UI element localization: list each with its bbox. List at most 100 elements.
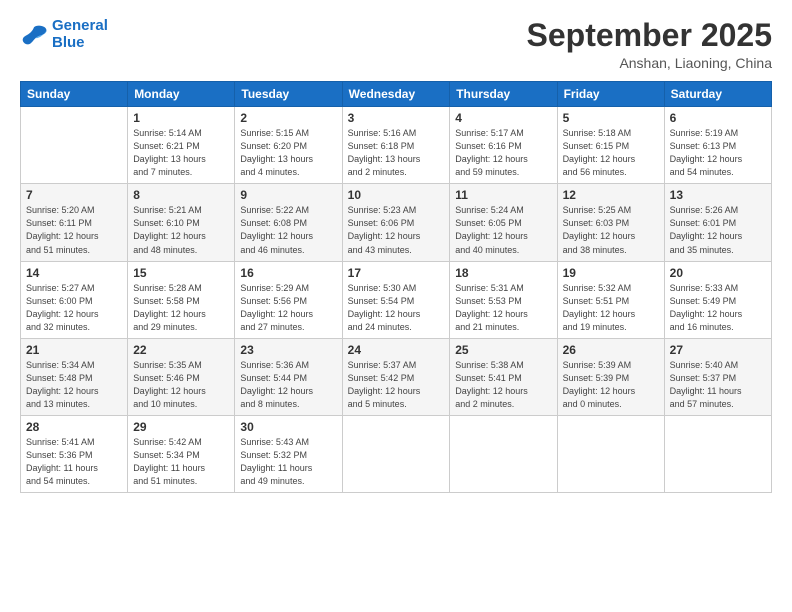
calendar-cell: 2 Sunrise: 5:15 AM Sunset: 6:20 PM Daylig…: [235, 107, 342, 184]
week-row-4: 21 Sunrise: 5:34 AM Sunset: 5:48 PM Dayli…: [21, 338, 772, 415]
day-number: 17: [348, 266, 445, 280]
header-cell-thursday: Thursday: [450, 82, 557, 107]
calendar-cell: 18Sunrise: 5:31 AM Sunset: 5:53 PM Dayli…: [450, 261, 557, 338]
day-info: Sunrise: 5:43 AM Sunset: 5:32 PM Dayligh…: [240, 436, 336, 488]
calendar-cell: 8 Sunrise: 5:21 AM Sunset: 6:10 PM Daylig…: [128, 184, 235, 261]
calendar-cell: 22 Sunrise: 5:35 AM Sunset: 5:46 PM Dayli…: [128, 338, 235, 415]
page: General Blue September 2025 Anshan, Liao…: [0, 0, 792, 612]
week-row-2: 7 Sunrise: 5:20 AM Sunset: 6:11 PM Daylig…: [21, 184, 772, 261]
calendar-cell: 9Sunrise: 5:22 AM Sunset: 6:08 PM Daylig…: [235, 184, 342, 261]
calendar-cell: 14 Sunrise: 5:27 AM Sunset: 6:00 PM Dayli…: [21, 261, 128, 338]
day-number: 27: [670, 343, 766, 357]
day-number: 21: [26, 343, 122, 357]
day-info: Sunrise: 5:16 AM Sunset: 6:18 PM Dayligh…: [348, 127, 445, 179]
calendar-cell: 25 Sunrise: 5:38 AM Sunset: 5:41 PM Dayli…: [450, 338, 557, 415]
calendar-cell: 29 Sunrise: 5:42 AM Sunset: 5:34 PM Dayli…: [128, 415, 235, 492]
calendar-cell: 26 Sunrise: 5:39 AM Sunset: 5:39 PM Dayli…: [557, 338, 664, 415]
day-info: Sunrise: 5:23 AM Sunset: 6:06 PM Dayligh…: [348, 204, 445, 256]
day-number: 12: [563, 188, 659, 202]
header-cell-sunday: Sunday: [21, 82, 128, 107]
day-info: Sunrise: 5:38 AM Sunset: 5:41 PM Dayligh…: [455, 359, 551, 411]
day-number: 6: [670, 111, 766, 125]
day-number: 24: [348, 343, 445, 357]
day-number: 7: [26, 188, 122, 202]
day-number: 29: [133, 420, 229, 434]
week-row-3: 14 Sunrise: 5:27 AM Sunset: 6:00 PM Dayli…: [21, 261, 772, 338]
day-info: Sunrise: 5:18 AM Sunset: 6:15 PM Dayligh…: [563, 127, 659, 179]
calendar-cell: [557, 415, 664, 492]
calendar-cell: [342, 415, 450, 492]
calendar-cell: 16Sunrise: 5:29 AM Sunset: 5:56 PM Dayli…: [235, 261, 342, 338]
day-info: Sunrise: 5:15 AM Sunset: 6:20 PM Dayligh…: [240, 127, 336, 179]
day-info: Sunrise: 5:40 AM Sunset: 5:37 PM Dayligh…: [670, 359, 766, 411]
calendar-cell: 10 Sunrise: 5:23 AM Sunset: 6:06 PM Dayli…: [342, 184, 450, 261]
day-number: 26: [563, 343, 659, 357]
calendar-cell: 11 Sunrise: 5:24 AM Sunset: 6:05 PM Dayli…: [450, 184, 557, 261]
calendar-cell: 30 Sunrise: 5:43 AM Sunset: 5:32 PM Dayli…: [235, 415, 342, 492]
day-number: 30: [240, 420, 336, 434]
header-cell-saturday: Saturday: [664, 82, 771, 107]
calendar-cell: [664, 415, 771, 492]
day-number: 2: [240, 111, 336, 125]
day-number: 16: [240, 266, 336, 280]
day-number: 18: [455, 266, 551, 280]
day-number: 8: [133, 188, 229, 202]
day-number: 15: [133, 266, 229, 280]
day-number: 14: [26, 266, 122, 280]
calendar-cell: 13 Sunrise: 5:26 AM Sunset: 6:01 PM Dayli…: [664, 184, 771, 261]
day-info: Sunrise: 5:21 AM Sunset: 6:10 PM Dayligh…: [133, 204, 229, 256]
day-number: 23: [240, 343, 336, 357]
day-number: 4: [455, 111, 551, 125]
header: General Blue September 2025 Anshan, Liao…: [20, 18, 772, 71]
day-number: 3: [348, 111, 445, 125]
calendar-title: September 2025: [527, 18, 772, 53]
day-info: Sunrise: 5:30 AM Sunset: 5:54 PM Dayligh…: [348, 282, 445, 334]
week-row-5: 28Sunrise: 5:41 AM Sunset: 5:36 PM Dayli…: [21, 415, 772, 492]
day-info: Sunrise: 5:24 AM Sunset: 6:05 PM Dayligh…: [455, 204, 551, 256]
week-row-1: 1 Sunrise: 5:14 AM Sunset: 6:21 PM Daylig…: [21, 107, 772, 184]
logo: General Blue: [20, 18, 108, 51]
calendar-cell: [450, 415, 557, 492]
day-number: 19: [563, 266, 659, 280]
header-cell-tuesday: Tuesday: [235, 82, 342, 107]
calendar-cell: 5Sunrise: 5:18 AM Sunset: 6:15 PM Daylig…: [557, 107, 664, 184]
day-info: Sunrise: 5:35 AM Sunset: 5:46 PM Dayligh…: [133, 359, 229, 411]
day-number: 10: [348, 188, 445, 202]
calendar-cell: 15 Sunrise: 5:28 AM Sunset: 5:58 PM Dayli…: [128, 261, 235, 338]
day-number: 11: [455, 188, 551, 202]
calendar-table: SundayMondayTuesdayWednesdayThursdayFrid…: [20, 81, 772, 493]
day-number: 22: [133, 343, 229, 357]
day-info: Sunrise: 5:25 AM Sunset: 6:03 PM Dayligh…: [563, 204, 659, 256]
day-number: 13: [670, 188, 766, 202]
calendar-cell: 28Sunrise: 5:41 AM Sunset: 5:36 PM Dayli…: [21, 415, 128, 492]
calendar-subtitle: Anshan, Liaoning, China: [527, 55, 772, 71]
calendar-cell: 12 Sunrise: 5:25 AM Sunset: 6:03 PM Dayli…: [557, 184, 664, 261]
logo-line1: General: [52, 17, 108, 34]
calendar-cell: 7 Sunrise: 5:20 AM Sunset: 6:11 PM Daylig…: [21, 184, 128, 261]
day-number: 9: [240, 188, 336, 202]
calendar-cell: 27 Sunrise: 5:40 AM Sunset: 5:37 PM Dayli…: [664, 338, 771, 415]
day-number: 28: [26, 420, 122, 434]
calendar-cell: 3 Sunrise: 5:16 AM Sunset: 6:18 PM Daylig…: [342, 107, 450, 184]
header-cell-friday: Friday: [557, 82, 664, 107]
day-info: Sunrise: 5:27 AM Sunset: 6:00 PM Dayligh…: [26, 282, 122, 334]
day-info: Sunrise: 5:32 AM Sunset: 5:51 PM Dayligh…: [563, 282, 659, 334]
day-info: Sunrise: 5:34 AM Sunset: 5:48 PM Dayligh…: [26, 359, 122, 411]
logo-text: General Blue: [52, 18, 108, 51]
day-info: Sunrise: 5:36 AM Sunset: 5:44 PM Dayligh…: [240, 359, 336, 411]
calendar-cell: 20Sunrise: 5:33 AM Sunset: 5:49 PM Dayli…: [664, 261, 771, 338]
day-info: Sunrise: 5:14 AM Sunset: 6:21 PM Dayligh…: [133, 127, 229, 179]
day-info: Sunrise: 5:17 AM Sunset: 6:16 PM Dayligh…: [455, 127, 551, 179]
day-info: Sunrise: 5:33 AM Sunset: 5:49 PM Dayligh…: [670, 282, 766, 334]
day-info: Sunrise: 5:39 AM Sunset: 5:39 PM Dayligh…: [563, 359, 659, 411]
calendar-cell: 4 Sunrise: 5:17 AM Sunset: 6:16 PM Daylig…: [450, 107, 557, 184]
logo-line2: Blue: [52, 34, 85, 51]
day-number: 1: [133, 111, 229, 125]
day-number: 25: [455, 343, 551, 357]
day-info: Sunrise: 5:28 AM Sunset: 5:58 PM Dayligh…: [133, 282, 229, 334]
calendar-cell: 23 Sunrise: 5:36 AM Sunset: 5:44 PM Dayli…: [235, 338, 342, 415]
calendar-cell: 24Sunrise: 5:37 AM Sunset: 5:42 PM Dayli…: [342, 338, 450, 415]
day-info: Sunrise: 5:42 AM Sunset: 5:34 PM Dayligh…: [133, 436, 229, 488]
day-info: Sunrise: 5:26 AM Sunset: 6:01 PM Dayligh…: [670, 204, 766, 256]
day-info: Sunrise: 5:20 AM Sunset: 6:11 PM Dayligh…: [26, 204, 122, 256]
